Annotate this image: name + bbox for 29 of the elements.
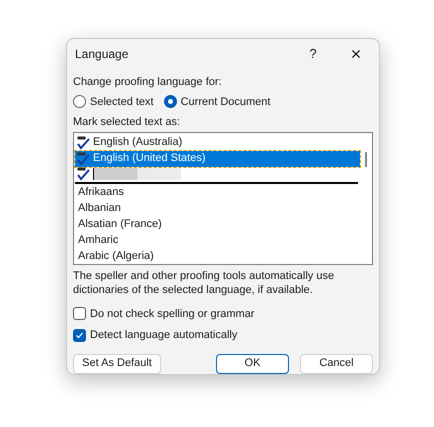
dialog-button[interactable]: Cancel [300, 354, 373, 374]
language-item[interactable]: Arabic (Algeria) [75, 248, 360, 264]
checkbox-option[interactable]: Detect language automatically [73, 327, 373, 344]
spelling-check-icon [77, 152, 91, 166]
description-text: The speller and other proofing tools automatically use dictionaries of the selected language, if available. [73, 268, 336, 296]
close-button[interactable]: × [333, 39, 379, 69]
spelling-check-icon [77, 166, 91, 180]
language-item[interactable]: Amharic [75, 232, 360, 248]
radio-button[interactable] [73, 95, 86, 108]
language-item[interactable]: English (United States) [75, 150, 360, 166]
help-button[interactable]: ? [293, 39, 333, 69]
list-label: Mark selected text as: [73, 115, 181, 130]
language-item[interactable]: Afrikaans [75, 184, 360, 200]
checkmark-icon [75, 330, 84, 340]
language-item[interactable]: Alsatian (France) [75, 216, 360, 232]
radio-button[interactable] [164, 95, 177, 108]
ok-button[interactable]: OK [216, 354, 289, 374]
radio-option[interactable]: Current Document [164, 94, 270, 110]
checkbox-option[interactable]: Do not check spelling or grammar [73, 306, 373, 322]
dialog-button[interactable]: Set As Default [73, 354, 161, 374]
spelling-check-icon [77, 136, 91, 150]
language-item[interactable]: Albanian [75, 200, 360, 216]
proofing-label: Change proofing language for: [73, 75, 223, 90]
radio-option[interactable]: Selected text [73, 94, 154, 110]
checkbox[interactable] [73, 328, 86, 342]
language-item[interactable]: English (Australia) [75, 134, 360, 150]
language-list[interactable]: English (Australia) English (United States) Afrikaans Albanian Alsatian (France) Amharic Arabic (Algeria) [73, 132, 373, 264]
window-title: Language [75, 46, 130, 63]
checkbox[interactable] [73, 307, 86, 320]
